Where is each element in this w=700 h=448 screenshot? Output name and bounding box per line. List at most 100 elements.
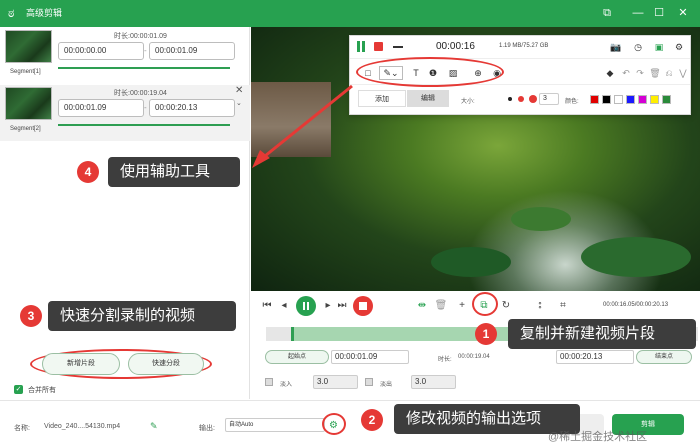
close-icon[interactable]: ✕ [235,85,243,96]
annotation-badge: 1 [475,323,497,345]
quick-split-button[interactable]: 快速分段 [128,353,204,375]
split-icon[interactable]: ⇹ [415,299,429,313]
segment-thumbnail [5,30,52,63]
toolbar-options-row: 添加 编辑 大小: 3 颜色: [350,85,690,115]
pause-icon[interactable] [356,41,366,53]
segment-progress [58,67,230,69]
step-back-icon[interactable]: ◂ [277,299,291,313]
frame-icon[interactable]: ⦂ [533,299,547,313]
color-swatch[interactable] [638,95,647,104]
segment-row[interactable]: Segment[1] 时长:00:00:01.09 00:00:00.00 - … [0,28,250,84]
record-time: 00:00:16 [436,41,475,52]
segment-start-input[interactable]: 00:00:01.09 [58,99,144,117]
clock-icon[interactable]: ◷ [632,41,644,53]
camera-icon[interactable]: 📷 [610,41,622,53]
scene-rock [581,237,691,277]
fade-in-label: 淡入 [280,382,293,388]
annotation-badge: 4 [77,161,99,183]
merge-all-label: 合并所有 [28,387,56,394]
pause-button[interactable] [296,296,316,316]
tab-edit[interactable]: 编辑 [407,90,449,107]
scene-rock [431,247,511,277]
rotate-icon[interactable]: ↻ [499,299,513,313]
segment-progress [58,124,230,126]
dot-large[interactable] [529,95,537,103]
segment-end-input[interactable]: 00:00:01.09 [149,42,235,60]
add-icon[interactable]: + [455,299,469,313]
skip-end-icon[interactable]: ⏭ [335,299,349,313]
duration-label: 时长: [438,357,452,363]
dot-small[interactable] [508,97,512,101]
step-forward-icon[interactable]: ▸ [321,299,335,313]
pin-icon[interactable]: ⎌ [663,67,675,79]
segment-row[interactable]: Segment[2] 时长:00:00:19.04 00:00:01.09 - … [0,85,250,141]
tab-add[interactable]: 添加 [358,90,406,107]
fade-out-input[interactable]: 3.0 [411,375,456,389]
new-segment-button[interactable]: 新增片段 [42,353,120,375]
segment-label: Segment[2] [10,126,41,132]
close-button[interactable]: ✕ [675,5,691,21]
watermark: @稀土掘金技术社区 [548,431,648,443]
redo-icon[interactable]: ↷ [634,67,646,79]
name-label: 名称: [14,425,30,432]
toolbox-icon[interactable]: ▣ [653,41,665,53]
annotation-arrow [252,84,353,168]
stop-record-button[interactable] [353,296,373,316]
segment-label: Segment[1] [10,69,41,75]
set-end-button[interactable]: 结束点 [636,350,692,364]
undo-icon[interactable]: ↶ [620,67,632,79]
app-logo: ಠ [8,6,15,20]
time-separator: - [144,46,147,55]
size-label: 大小: [461,99,475,105]
size-input[interactable]: 3 [539,93,559,105]
start-time-input[interactable]: 00:00:01.09 [331,350,409,364]
stop-icon[interactable] [374,42,383,51]
restore-button[interactable]: ⧉ [599,5,615,21]
duration-value: 00:00:19.04 [458,354,490,360]
annotation-badge: 3 [20,305,42,327]
segment-duration: 时长:00:00:19.04 [114,90,167,97]
crop-icon[interactable]: ⌗ [556,299,570,313]
minimize-button[interactable]: — [630,5,646,21]
color-label: 颜色: [565,99,579,105]
delete-icon[interactable]: 🗑 [434,299,448,313]
segment-start-input[interactable]: 00:00:00.00 [58,42,144,60]
color-swatch[interactable] [590,95,599,104]
color-swatch[interactable] [662,95,671,104]
segment-end-input[interactable]: 00:00:20.13 [149,99,235,117]
file-name: Video_240....54130.mp4 [44,423,121,430]
color-swatch[interactable] [602,95,611,104]
time-separator: - [144,103,147,112]
minimize-icon[interactable] [393,46,403,48]
fade-in-input[interactable]: 3.0 [313,375,358,389]
fade-in-checkbox[interactable] [265,378,273,386]
trash-icon[interactable]: 🗑 [649,67,661,79]
annotation-callout: 使用辅助工具 [108,157,240,187]
edit-name-icon[interactable]: ✎ [150,421,158,432]
merge-all-checkbox[interactable]: ✓ [14,385,23,394]
highlight-ring [356,57,504,87]
color-swatch[interactable] [650,95,659,104]
window-title: 高级剪辑 [26,8,63,18]
set-start-button[interactable]: 起始点 [265,350,329,364]
end-time-input[interactable]: 00:00:20.13 [556,350,634,364]
collapse-icon[interactable]: ⋁ [677,67,689,79]
skip-start-icon[interactable]: ⏮ [260,299,274,313]
segment-duration: 时长:00:00:01.09 [114,33,167,40]
annotation-badge: 2 [361,409,383,431]
maximize-button[interactable]: ☐ [651,5,667,21]
highlight-ring [472,292,498,316]
color-swatch[interactable] [626,95,635,104]
title-bar: ಠ 高级剪辑 ⧉ — ☐ ✕ [0,0,700,27]
gear-icon[interactable]: ⚙ [673,41,685,53]
output-select[interactable]: 自动Auto [225,418,325,432]
output-label: 输出: [199,425,215,432]
fade-out-checkbox[interactable] [365,378,373,386]
eraser-icon[interactable]: ◆ [604,67,616,79]
color-swatch[interactable] [614,95,623,104]
chevron-down-icon[interactable]: ⌄ [236,99,242,107]
segment-thumbnail [5,87,52,120]
dot-medium[interactable] [518,96,524,102]
annotation-callout: 快速分割录制的视频 [48,301,236,331]
timeline-start-handle[interactable] [291,327,294,341]
